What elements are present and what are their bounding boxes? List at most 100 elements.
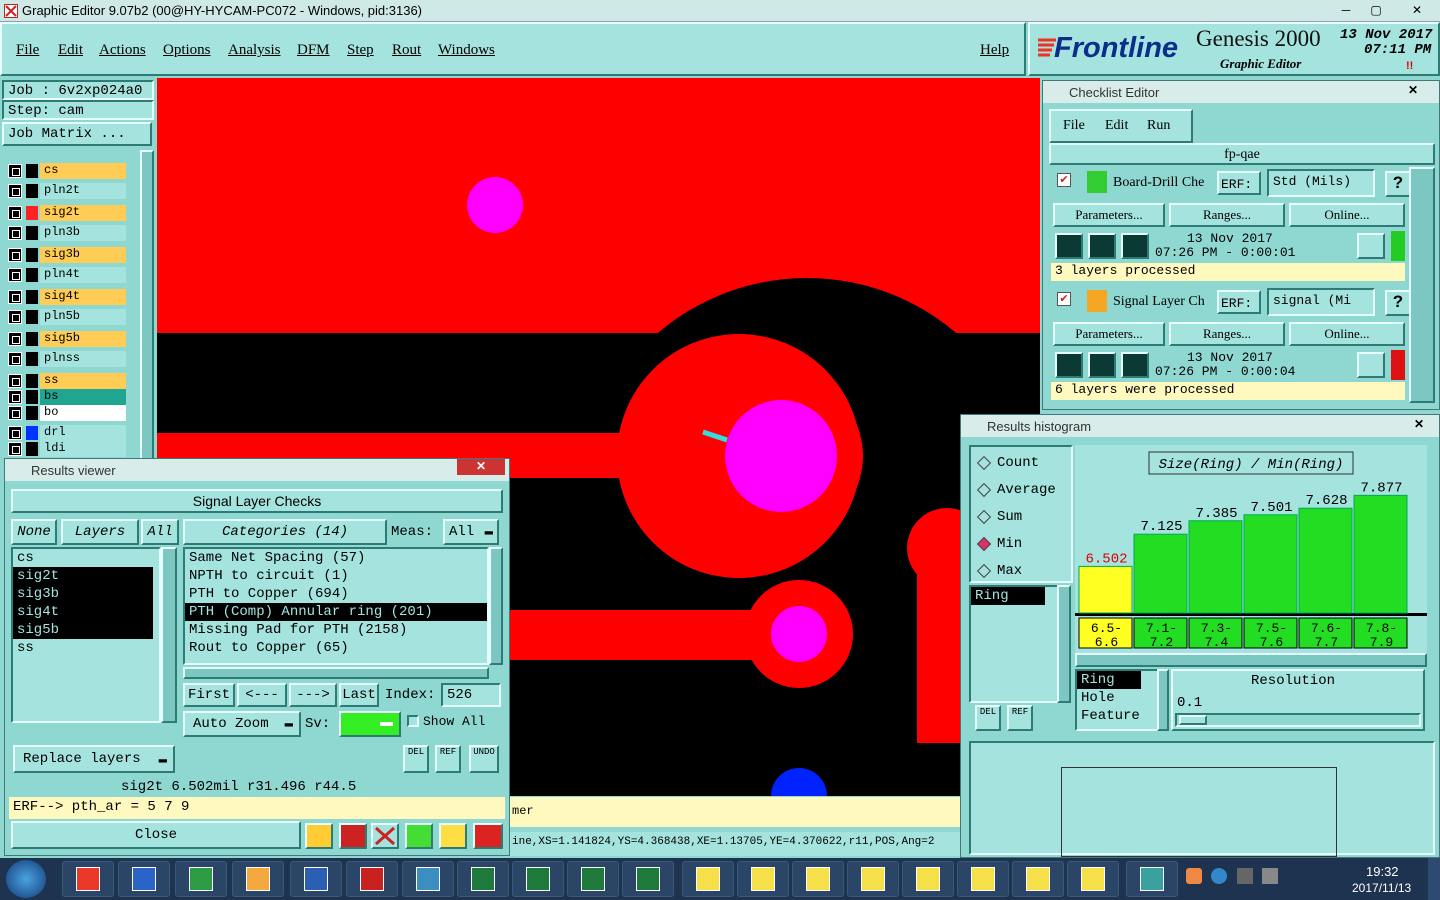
parameters-button[interactable]: Parameters... xyxy=(1053,203,1165,227)
run-icon[interactable] xyxy=(1055,233,1083,259)
taskbar-button[interactable] xyxy=(1126,861,1178,897)
network-icon[interactable] xyxy=(1236,868,1253,884)
layer-checkbox[interactable] xyxy=(8,426,22,440)
layer-label[interactable]: pln2t xyxy=(40,183,126,199)
run-all-icon[interactable] xyxy=(1088,233,1116,259)
layer-checkbox[interactable] xyxy=(8,268,22,282)
taskbar-button[interactable] xyxy=(737,861,789,897)
resolution-slider-handle[interactable] xyxy=(1179,715,1207,725)
result-category-item[interactable]: Missing Pad for PTH (2158) xyxy=(185,621,487,639)
taskbar-button[interactable] xyxy=(457,861,509,897)
menu-help[interactable]: Help xyxy=(980,42,1009,59)
toolbar-icon-5[interactable] xyxy=(439,823,467,849)
results-close-icon[interactable]: ✕ xyxy=(457,459,505,475)
menu-analysis[interactable]: Analysis xyxy=(228,42,281,59)
prev-button[interactable]: <--- xyxy=(237,683,287,707)
results-close-button[interactable]: Close xyxy=(11,821,301,849)
mode-radio-min[interactable]: Min xyxy=(975,534,1069,556)
layer-row-bo[interactable]: bo xyxy=(4,404,140,422)
layer-row-pln3b[interactable]: pln3b xyxy=(4,224,140,242)
first-button[interactable]: First xyxy=(183,683,235,707)
help-tray-icon[interactable] xyxy=(1211,868,1228,884)
layer-list-scrollbar[interactable] xyxy=(140,150,154,468)
parameters-button[interactable]: Parameters... xyxy=(1053,322,1165,346)
online-button[interactable]: Online... xyxy=(1289,322,1405,346)
layer-checkbox[interactable] xyxy=(8,206,22,220)
result-layer-item[interactable]: ss xyxy=(13,639,153,657)
result-category-item[interactable]: Same Net Spacing (57) xyxy=(185,549,487,567)
taskbar-button[interactable] xyxy=(847,861,899,897)
layer-row-sig5b[interactable]: sig5b xyxy=(4,330,140,348)
taskbar-button[interactable] xyxy=(567,861,619,897)
taskbar-button[interactable] xyxy=(957,861,1009,897)
toolbar-icon-2[interactable] xyxy=(339,823,367,849)
histogram-del-button[interactable]: DEL xyxy=(975,705,1001,731)
erf-value-field[interactable]: signal (Mi xyxy=(1267,288,1375,316)
layer-label[interactable]: pln3b xyxy=(40,225,126,241)
feature-list-item[interactable]: Hole xyxy=(1077,689,1159,707)
layer-checkbox[interactable] xyxy=(8,442,22,456)
taskbar-button[interactable] xyxy=(792,861,844,897)
layer-label[interactable]: sig2t xyxy=(40,205,126,221)
layer-checkbox[interactable] xyxy=(8,290,22,304)
job-matrix-button[interactable]: Job Matrix ... xyxy=(2,122,152,146)
layer-row-pln5b[interactable]: pln5b xyxy=(4,308,140,326)
ranges-button[interactable]: Ranges... xyxy=(1169,322,1285,346)
taskbar-button[interactable] xyxy=(1067,861,1119,897)
none-button[interactable]: None xyxy=(11,519,57,545)
show-desktop-button[interactable] xyxy=(1428,858,1440,900)
next-button[interactable]: ---> xyxy=(289,683,337,707)
menu-file[interactable]: File xyxy=(16,42,39,59)
results-layer-scrollbar[interactable] xyxy=(161,547,177,723)
layer-label[interactable]: ss xyxy=(40,373,126,389)
menu-actions[interactable]: Actions xyxy=(99,42,146,59)
results-del-button[interactable]: DEL xyxy=(403,745,429,773)
sv-select[interactable]: ▬ xyxy=(339,711,401,737)
layer-row-pln4t[interactable]: pln4t xyxy=(4,266,140,284)
taskbar-clock-time[interactable]: 19:32 xyxy=(1366,864,1399,879)
result-category-item[interactable]: PTH to Copper (694) xyxy=(185,585,487,603)
results-undo-button[interactable]: UNDO xyxy=(469,745,499,773)
check-help-button[interactable]: ? xyxy=(1385,290,1411,316)
toolbar-icon-6[interactable] xyxy=(473,823,503,849)
mode-radio-max[interactable]: Max xyxy=(975,561,1069,583)
checklist-scrollbar[interactable] xyxy=(1409,167,1435,403)
index-input[interactable]: 526 xyxy=(441,683,501,707)
categories-button[interactable]: Categories (14) xyxy=(183,519,387,545)
layer-row-sig3b[interactable]: sig3b xyxy=(4,246,140,264)
feature-list-item[interactable]: Ring xyxy=(1077,671,1141,689)
last-button[interactable]: Last xyxy=(339,683,379,707)
menu-options[interactable]: Options xyxy=(163,42,211,59)
menu-step[interactable]: Step xyxy=(347,42,374,59)
histogram-close-icon[interactable]: ✕ xyxy=(1401,417,1437,433)
menu-edit[interactable]: Edit xyxy=(58,42,83,59)
layer-label[interactable]: sig4t xyxy=(40,289,126,305)
taskbar-button[interactable] xyxy=(175,861,227,897)
taskbar-button[interactable] xyxy=(346,861,398,897)
layer-label[interactable]: sig5b xyxy=(40,331,126,347)
checklist-menu-run[interactable]: Run xyxy=(1147,118,1170,134)
categories-scrollbar[interactable] xyxy=(489,547,503,665)
online-button[interactable]: Online... xyxy=(1289,203,1405,227)
auto-zoom-select[interactable]: Auto Zoom ▬ xyxy=(183,711,301,737)
toolbar-icon-1[interactable] xyxy=(305,823,333,849)
layer-checkbox[interactable] xyxy=(8,164,22,178)
checklist-menu-edit[interactable]: Edit xyxy=(1105,118,1128,134)
maximize-button[interactable]: ▢ xyxy=(1363,1,1389,19)
check-enable-checkbox[interactable]: ✔ xyxy=(1057,173,1071,187)
taskbar-button[interactable] xyxy=(62,861,114,897)
layer-label[interactable]: plnss xyxy=(40,351,126,367)
tray-s-icon[interactable] xyxy=(1186,868,1202,884)
layer-row-sig4t[interactable]: sig4t xyxy=(4,288,140,306)
layer-checkbox[interactable] xyxy=(8,406,22,420)
categories-h-scrollbar[interactable] xyxy=(183,667,489,679)
layer-row-pln2t[interactable]: pln2t xyxy=(4,182,140,200)
zoom-icon[interactable] xyxy=(1357,352,1385,378)
results-ref-button[interactable]: REF xyxy=(435,745,461,773)
ranges-button[interactable]: Ranges... xyxy=(1169,203,1285,227)
close-button[interactable]: ✕ xyxy=(1400,1,1434,19)
layer-label[interactable]: drl xyxy=(40,425,126,441)
taskbar-button[interactable] xyxy=(118,861,170,897)
taskbar-button[interactable] xyxy=(512,861,564,897)
mode-radio-sum[interactable]: Sum xyxy=(975,507,1069,529)
